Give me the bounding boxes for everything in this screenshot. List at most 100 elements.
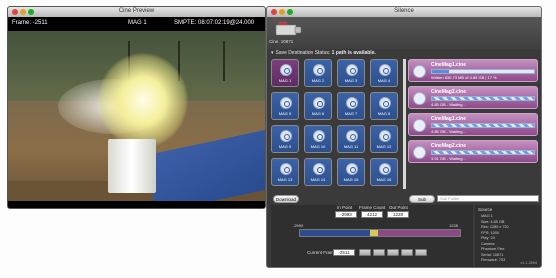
mag-tile[interactable]: MAG 4 <box>370 59 398 87</box>
frame-count-label: Frame Count <box>359 205 386 210</box>
job-status: 4.85 GB - Waiting... <box>431 102 466 107</box>
camera-icon[interactable] <box>274 21 302 37</box>
mag-label: MAG 5 <box>278 111 292 116</box>
go-to-end-button[interactable] <box>415 249 427 256</box>
disk-icon <box>280 163 292 175</box>
mag-readout: MAG 1 <box>128 20 147 26</box>
job-file-name: CineMag1.cine <box>431 62 467 68</box>
mag-tile[interactable]: MAG 5 <box>271 92 299 120</box>
out-point-label: Out Point <box>389 205 408 210</box>
job-status: Written 830.73 MB of 4.85 GB | 17 % <box>431 75 497 80</box>
step-back-button[interactable] <box>373 249 385 256</box>
blue-tarp <box>153 128 265 201</box>
mag-label: MAG 13 <box>277 177 293 182</box>
mag-tile[interactable]: MAG 6 <box>304 92 332 120</box>
step-forward-button[interactable] <box>401 249 413 256</box>
in-point-field[interactable]: -2993 <box>335 211 357 218</box>
mag-label: MAG 2 <box>311 78 325 83</box>
silence-window: Silence Cine. 10871 ▾ Save Destination St… <box>266 6 542 268</box>
sub-folder-field[interactable]: Sub Folder <box>437 195 539 202</box>
mag-tile[interactable]: MAG 11 <box>337 125 365 153</box>
mag-tile[interactable]: MAG 15 <box>337 158 365 186</box>
mag-tile[interactable]: MAG 2 <box>304 59 332 87</box>
download-job-card[interactable]: CineMag1.cine 4.85 GB - Waiting... <box>408 113 538 136</box>
preview-title: Cine Preview <box>118 8 155 14</box>
job-file-name: CineMag2.cine <box>431 89 467 95</box>
mag-label: MAG 11 <box>343 144 359 149</box>
job-progress-fill <box>432 124 534 127</box>
mag-grid: MAG 1 MAG 2 MAG 3 MAG 4 MAG 5 MAG 6 MAG 7 MAG 8… <box>271 59 401 191</box>
disk-icon <box>346 64 358 76</box>
mag-label: MAG 7 <box>344 111 358 116</box>
disk-icon <box>313 97 325 109</box>
mag-tile[interactable]: MAG 8 <box>370 92 398 120</box>
source-info-line: Phantom Flex <box>481 247 505 251</box>
source-info-line: Res: 1280 x 720 <box>481 225 509 229</box>
silence-titlebar: Silence <box>267 7 541 17</box>
mag-tile[interactable]: MAG 7 <box>337 92 365 120</box>
job-progress-bar <box>431 123 535 128</box>
disk-icon <box>413 65 426 78</box>
download-job-card[interactable]: CineMag2.cine 4.85 GB - Waiting... <box>408 86 538 109</box>
cine-preview-window: Cine Preview Frame: -2511 MAG 1 SMPTE: 0… <box>7 6 266 209</box>
camera-bar: Cine. 10871 <box>267 17 541 49</box>
current-frame-field[interactable]: -2511 <box>333 249 355 256</box>
job-status: 3.91 GB - Waiting... <box>431 156 466 161</box>
preview-titlebar: Cine Preview <box>8 7 265 17</box>
mag-label: MAG 1 <box>278 78 292 83</box>
download-job-card[interactable]: CineMag1.cine Written 830.73 MB of 4.85 G… <box>408 59 538 82</box>
frame-readout: Frame: -2511 <box>12 20 48 26</box>
mag-label: MAG 6 <box>311 111 325 116</box>
mag-tile[interactable]: MAG 13 <box>271 158 299 186</box>
clip-range-panel: In Point Frame Count Out Point -2993 421… <box>271 205 473 267</box>
timeline-slider[interactable] <box>299 229 461 237</box>
job-progress-fill <box>432 97 534 100</box>
disk-icon <box>313 130 325 142</box>
mag-tile[interactable]: MAG 1 <box>271 59 299 87</box>
in-point-label: In Point <box>337 205 353 210</box>
white-bucket <box>108 139 156 193</box>
disk-icon <box>379 97 391 109</box>
mag-label: MAG 14 <box>310 177 326 182</box>
go-to-start-button[interactable] <box>359 249 371 256</box>
disk-icon <box>379 64 391 76</box>
mag-tile[interactable]: MAG 16 <box>370 158 398 186</box>
source-info-line: Camera <box>481 241 495 246</box>
mag-tile[interactable]: MAG 12 <box>370 125 398 153</box>
sub-folder-button[interactable]: Sub Folder... <box>409 195 435 209</box>
mag-label: MAG 4 <box>377 78 391 83</box>
job-progress-fill <box>432 70 450 73</box>
source-info-line: FPS: 1000 <box>481 230 499 235</box>
source-info-line: Size: 4.85 GB <box>481 219 505 224</box>
download-button[interactable]: Download <box>273 195 299 203</box>
source-info-line: Firmware: 703 <box>481 258 506 262</box>
mag-label: MAG 16 <box>376 177 392 182</box>
mag-tile[interactable]: MAG 14 <box>304 158 332 186</box>
job-progress-bar <box>431 96 535 101</box>
job-file-name: CineMag2.cine <box>431 143 467 149</box>
panel-divider[interactable] <box>403 59 406 189</box>
timeline-start-label: -2993 <box>293 223 304 228</box>
mag-tile[interactable]: MAG 3 <box>337 59 365 87</box>
camera-label: Cine. 10871 <box>269 39 294 44</box>
mag-tile[interactable]: MAG 10 <box>304 125 332 153</box>
disk-icon <box>280 97 292 109</box>
disk-icon <box>280 130 292 142</box>
save-destination-status: ▾ Save Destination Status: 1 path is avai… <box>271 50 376 56</box>
source-info-header: Source <box>478 207 493 212</box>
explosion <box>98 53 188 148</box>
job-progress-bar <box>431 150 535 155</box>
mag-tile[interactable]: MAG 9 <box>271 125 299 153</box>
job-file-name: CineMag1.cine <box>431 116 467 122</box>
frame-count-field[interactable]: 4212 <box>361 211 383 218</box>
disk-icon <box>346 163 358 175</box>
disclosure-triangle-icon[interactable]: ▾ <box>271 50 274 56</box>
mag-label: MAG 9 <box>278 144 292 149</box>
disk-icon <box>413 119 426 132</box>
mag-label: MAG 3 <box>344 78 358 83</box>
play-button[interactable] <box>387 249 399 256</box>
source-info-line: Serial: 10871 <box>481 252 504 257</box>
out-point-field[interactable]: 1228 <box>387 211 409 218</box>
download-job-card[interactable]: CineMag2.cine 3.91 GB - Waiting... <box>408 140 538 163</box>
job-status: 4.85 GB - Waiting... <box>431 129 466 134</box>
